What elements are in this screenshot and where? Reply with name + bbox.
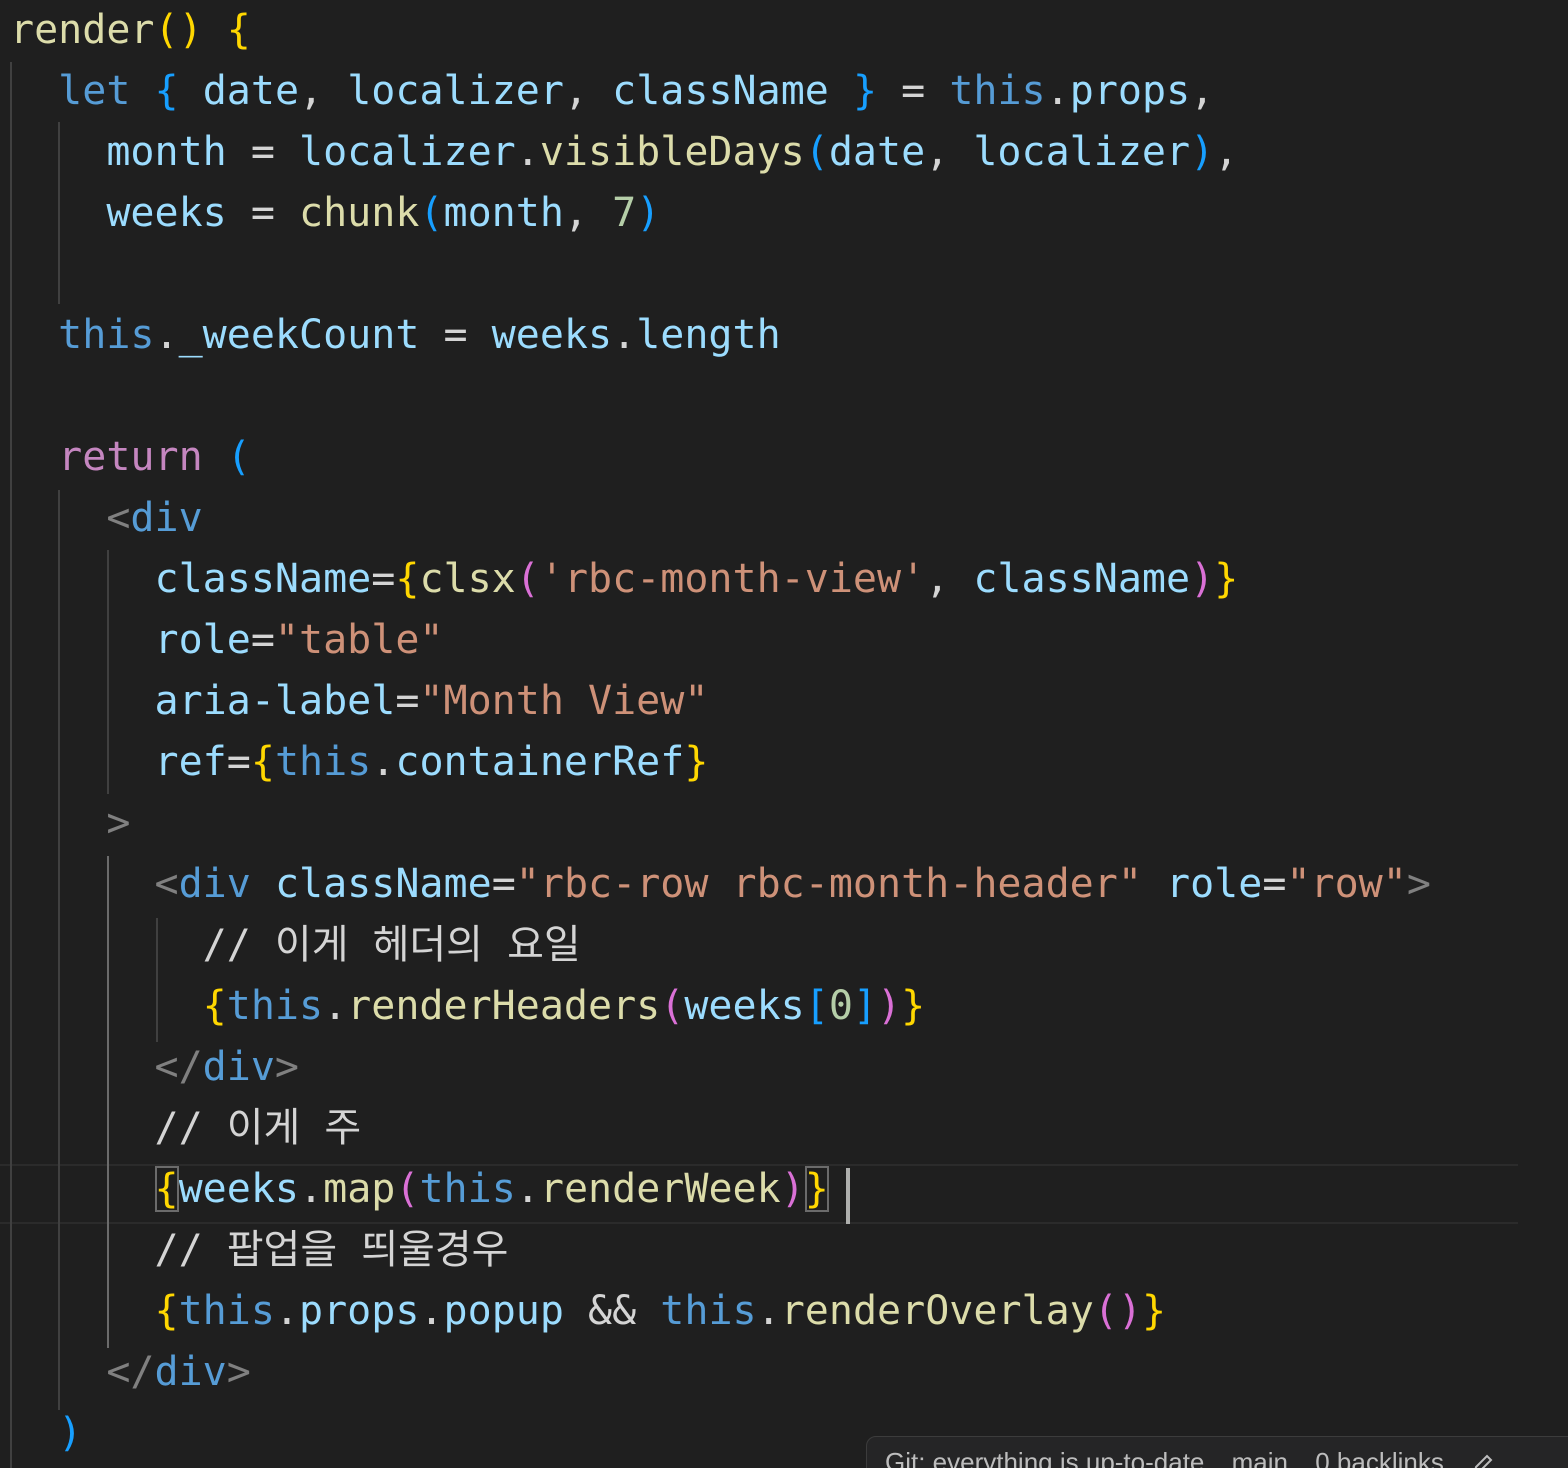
code-line[interactable]: <div className="rbc-row rbc-month-header… xyxy=(10,854,1431,915)
code-line[interactable]: let { date, localizer, className } = thi… xyxy=(10,61,1214,122)
code-line[interactable]: role="table" xyxy=(10,610,444,671)
code-line[interactable]: {this.props.popup && this.renderOverlay(… xyxy=(10,1281,1167,1342)
code-line[interactable]: this._weekCount = weeks.length xyxy=(10,305,781,366)
code-line[interactable]: > xyxy=(10,793,130,854)
code-line[interactable]: className={clsx('rbc-month-view', classN… xyxy=(10,549,1239,610)
code-line[interactable]: ) xyxy=(10,1403,82,1464)
code-line[interactable]: // 이게 주 xyxy=(10,1098,362,1159)
code-line-current[interactable]: {weeks.map(this.renderWeek)} xyxy=(10,1159,829,1220)
git-branch[interactable]: main xyxy=(1232,1447,1288,1468)
code-line[interactable]: ref={this.containerRef} xyxy=(10,732,709,793)
code-line[interactable]: // 팝업을 띄울경우 xyxy=(10,1220,509,1281)
code-line[interactable]: <div xyxy=(10,488,202,549)
status-bar: Git: everything is up-to-date main 0 bac… xyxy=(866,1436,1568,1468)
code-line[interactable]: month = localizer.visibleDays(date, loca… xyxy=(10,122,1238,183)
code-line[interactable]: </div> xyxy=(10,1342,251,1403)
code-line[interactable]: return ( xyxy=(10,427,251,488)
code-line[interactable]: {this.renderHeaders(weeks[0])} xyxy=(10,976,926,1037)
code-line[interactable]: </div> xyxy=(10,1037,300,1098)
text-cursor xyxy=(846,1168,850,1224)
code-line[interactable]: aria-label="Month View" xyxy=(10,671,709,732)
pencil-icon[interactable] xyxy=(1471,1452,1495,1468)
code-line[interactable]: // 이게 헤더의 요일 xyxy=(10,915,581,976)
code-line[interactable]: render() { xyxy=(10,0,251,61)
code-line[interactable]: weeks = chunk(month, 7) xyxy=(10,183,660,244)
backlinks-count[interactable]: 0 backlinks xyxy=(1315,1447,1444,1468)
code-editor[interactable]: render() { let { date, localizer, classN… xyxy=(0,0,1568,1468)
git-status[interactable]: Git: everything is up-to-date xyxy=(885,1447,1204,1468)
